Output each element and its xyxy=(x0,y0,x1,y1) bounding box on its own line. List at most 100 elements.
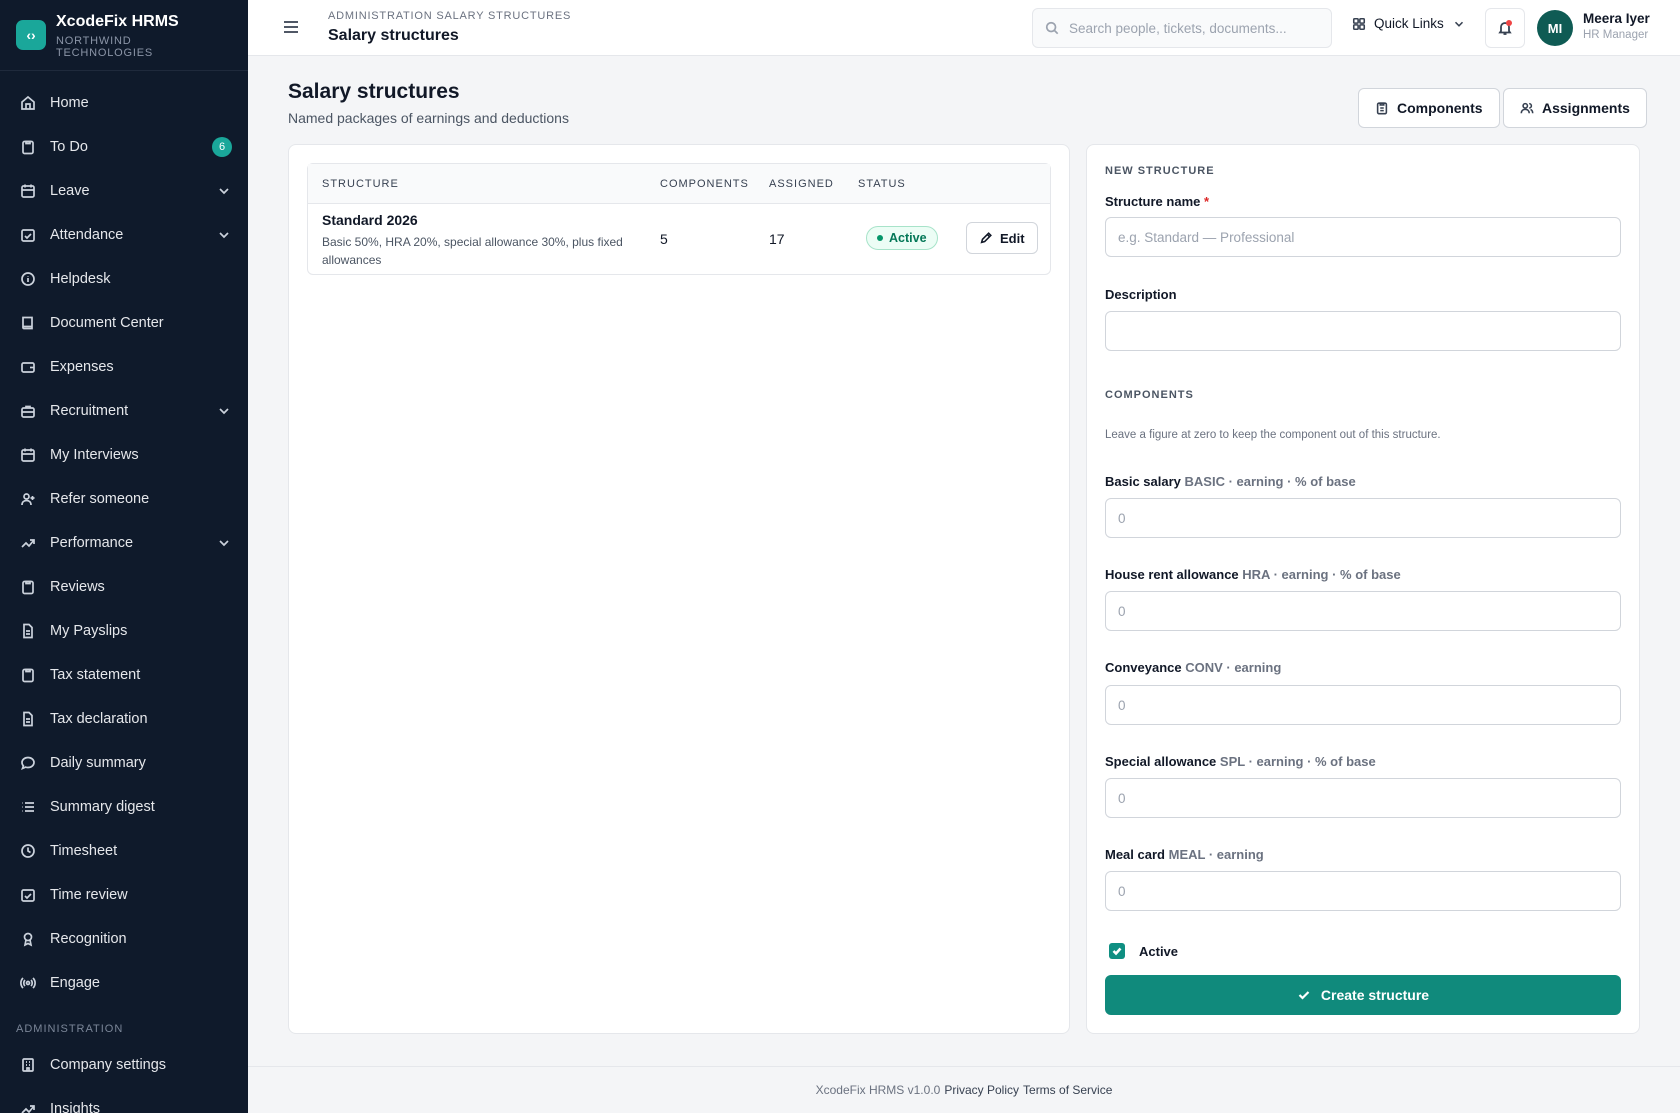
sidebar: ‹› XcodeFix HRMS NORTHWIND TECHNOLOGIES … xyxy=(0,0,248,1113)
terms-of-service-link[interactable]: Terms of Service xyxy=(1023,1083,1112,1097)
create-structure-button[interactable]: Create structure xyxy=(1105,975,1621,1015)
table-row[interactable]: Standard 2026 Basic 50%, HRA 20%, specia… xyxy=(308,204,1050,274)
table-header: STRUCTURE COMPONENTS ASSIGNED STATUS xyxy=(308,164,1050,204)
sidebar-item-label: My Interviews xyxy=(50,447,139,463)
components-button[interactable]: Components xyxy=(1358,88,1500,128)
pencil-icon xyxy=(980,232,992,244)
assignments-button[interactable]: Assignments xyxy=(1503,88,1647,128)
sidebar-item-timesheet[interactable]: Timesheet xyxy=(0,829,248,873)
structure-name-label: Structure name * xyxy=(1105,194,1209,209)
component-name: House rent allowance xyxy=(1105,567,1239,582)
top-bar: ADMINISTRATION SALARY STRUCTURES Salary … xyxy=(248,0,1680,56)
description-label: Description xyxy=(1105,287,1177,302)
structure-components-count: 5 xyxy=(660,231,668,247)
description-input[interactable] xyxy=(1105,311,1621,351)
user-plus-icon xyxy=(21,493,35,506)
calendar-icon xyxy=(21,184,35,198)
sidebar-item-label: Company settings xyxy=(50,1057,167,1073)
brand[interactable]: ‹› XcodeFix HRMS NORTHWIND TECHNOLOGIES xyxy=(0,0,248,71)
active-checkbox[interactable] xyxy=(1109,943,1125,959)
sidebar-item-time-review[interactable]: Time review xyxy=(0,873,248,917)
sidebar-item-label: Engage xyxy=(50,975,100,991)
sidebar-item-document-center[interactable]: Document Center xyxy=(0,301,248,345)
main-content: Salary structures Named packages of earn… xyxy=(248,56,1680,1067)
search-box[interactable] xyxy=(1032,8,1332,48)
sidebar-item-label: Document Center xyxy=(50,315,164,331)
edit-button-label: Edit xyxy=(1000,230,1025,246)
sidebar-item-tax-declaration[interactable]: Tax declaration xyxy=(0,697,248,741)
privacy-policy-link[interactable]: Privacy Policy xyxy=(944,1083,1019,1097)
sidebar-item-refer-someone[interactable]: Refer someone xyxy=(0,477,248,521)
search-input[interactable] xyxy=(1069,20,1319,36)
special-allowance-input[interactable] xyxy=(1105,778,1621,818)
notification-dot xyxy=(1506,20,1512,26)
sidebar-item-label: Attendance xyxy=(50,227,124,243)
hra-input[interactable] xyxy=(1105,591,1621,631)
trending-up-icon xyxy=(21,539,35,548)
sidebar-item-reviews[interactable]: Reviews xyxy=(0,565,248,609)
component-meta: MEAL · earning xyxy=(1168,847,1264,862)
company-name: NORTHWIND TECHNOLOGIES xyxy=(56,34,154,59)
active-checkbox-row[interactable]: Active xyxy=(1109,943,1178,959)
component-meta: BASIC · earning · % of base xyxy=(1184,474,1356,489)
column-header-structure: STRUCTURE xyxy=(322,178,399,190)
clipboard-icon xyxy=(1376,102,1388,115)
edit-button[interactable]: Edit xyxy=(966,222,1038,254)
sidebar-item-label: Timesheet xyxy=(50,843,118,859)
menu-icon[interactable] xyxy=(282,18,300,36)
sidebar-item-company-settings[interactable]: Company settings xyxy=(0,1043,248,1087)
clock-icon xyxy=(21,844,35,858)
sidebar-item-attendance[interactable]: Attendance xyxy=(0,213,248,257)
user-name[interactable]: Meera Iyer xyxy=(1583,11,1650,26)
components-hint: Leave a figure at zero to keep the compo… xyxy=(1105,429,1441,441)
sidebar-item-label: Tax declaration xyxy=(50,711,148,727)
clipboard-icon xyxy=(22,668,34,683)
structures-card: STRUCTURE COMPONENTS ASSIGNED STATUS Sta… xyxy=(288,144,1070,1034)
meal-card-input[interactable] xyxy=(1105,871,1621,911)
user-role: HR Manager xyxy=(1583,29,1649,41)
sidebar-item-label: Time review xyxy=(50,887,128,903)
sidebar-item-label: Recognition xyxy=(50,931,127,947)
sidebar-item-recruitment[interactable]: Recruitment xyxy=(0,389,248,433)
sidebar-item-summary-digest[interactable]: Summary digest xyxy=(0,785,248,829)
conveyance-input[interactable] xyxy=(1105,685,1621,725)
sidebar-item-daily-summary[interactable]: Daily summary xyxy=(0,741,248,785)
chevron-down-icon xyxy=(219,408,229,415)
components-button-label: Components xyxy=(1397,100,1483,116)
structures-table: STRUCTURE COMPONENTS ASSIGNED STATUS Sta… xyxy=(307,163,1051,275)
sidebar-item-home[interactable]: Home xyxy=(0,81,248,125)
basic-salary-input[interactable] xyxy=(1105,498,1621,538)
calendar-check-icon xyxy=(21,889,35,902)
sidebar-item-performance[interactable]: Performance xyxy=(0,521,248,565)
sidebar-item-todo[interactable]: To Do 6 xyxy=(0,125,248,169)
component-meta: SPL · earning · % of base xyxy=(1219,754,1376,769)
notifications-button[interactable] xyxy=(1485,8,1525,48)
components-section-title: COMPONENTS xyxy=(1105,389,1194,401)
structure-description: Basic 50%, HRA 20%, special allowance 30… xyxy=(322,235,623,267)
avatar[interactable]: MI xyxy=(1537,10,1573,46)
sidebar-item-recognition[interactable]: Recognition xyxy=(0,917,248,961)
structure-name: Standard 2026 xyxy=(322,212,418,228)
sidebar-item-label: To Do xyxy=(50,139,88,155)
column-header-components: COMPONENTS xyxy=(660,178,749,190)
sidebar-item-my-payslips[interactable]: My Payslips xyxy=(0,609,248,653)
sidebar-item-tax-statement[interactable]: Tax statement xyxy=(0,653,248,697)
chat-bubble-icon xyxy=(21,756,35,771)
structure-assigned-count: 17 xyxy=(769,231,785,247)
sidebar-item-expenses[interactable]: Expenses xyxy=(0,345,248,389)
column-header-status: STATUS xyxy=(858,178,906,190)
brand-name: XcodeFix HRMS xyxy=(56,12,179,30)
hra-label: House rent allowance HRA · earning · % o… xyxy=(1105,567,1401,582)
sidebar-item-engage[interactable]: Engage xyxy=(0,961,248,1005)
calendar-icon xyxy=(21,448,35,462)
sidebar-item-helpdesk[interactable]: Helpdesk xyxy=(0,257,248,301)
quick-links-dropdown[interactable]: Quick Links xyxy=(1352,16,1466,31)
footer: XcodeFix HRMS v1.0.0 Privacy Policy Term… xyxy=(248,1066,1680,1113)
structure-name-input[interactable] xyxy=(1105,217,1621,257)
sidebar-item-leave[interactable]: Leave xyxy=(0,169,248,213)
building-icon xyxy=(22,1058,34,1072)
wallet-icon xyxy=(21,362,35,373)
sidebar-item-my-interviews[interactable]: My Interviews xyxy=(0,433,248,477)
sidebar-item-insights[interactable]: Insights xyxy=(0,1087,248,1113)
file-icon xyxy=(23,711,33,727)
